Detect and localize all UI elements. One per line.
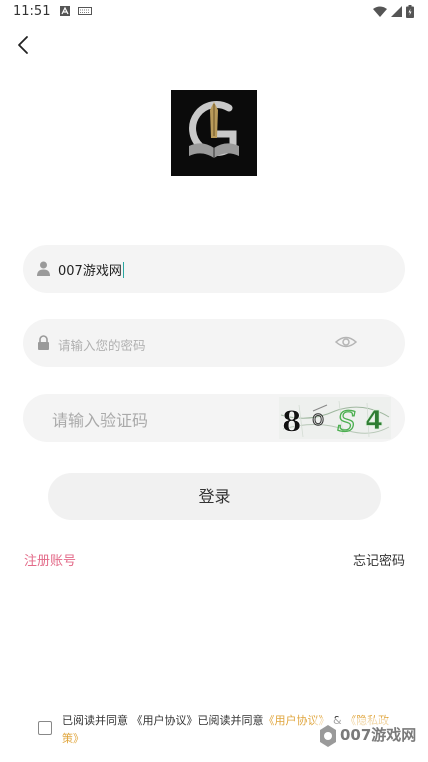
username-value: 007游戏网 bbox=[58, 264, 122, 279]
watermark-text: 007游戏网 bbox=[340, 726, 417, 744]
user-icon bbox=[37, 261, 50, 276]
keyboard-icon bbox=[78, 7, 92, 15]
site-watermark: 007游戏网 bbox=[314, 718, 420, 754]
username-field[interactable]: 007游戏网 bbox=[23, 245, 405, 293]
lock-icon bbox=[38, 335, 49, 350]
eye-icon[interactable] bbox=[335, 333, 357, 351]
battery-icon bbox=[406, 5, 414, 18]
captcha-image[interactable]: 8 o S 4 bbox=[279, 397, 391, 439]
svg-text:4: 4 bbox=[365, 406, 383, 436]
agreement-prefix: 已阅读并同意 《用户协议》已阅读并同意 bbox=[62, 714, 264, 727]
verification-code-input[interactable]: 请输入验证码 bbox=[52, 407, 148, 431]
register-account-link[interactable]: 注册账号 bbox=[24, 550, 76, 569]
svg-text:S: S bbox=[337, 405, 356, 438]
svg-text:o: o bbox=[312, 406, 324, 430]
verification-code-field[interactable]: 请输入验证码 8 o S 4 bbox=[23, 394, 405, 442]
username-input[interactable]: 007游戏网 bbox=[58, 260, 124, 279]
watermark-logo-icon bbox=[320, 725, 336, 747]
app-logo bbox=[171, 90, 257, 176]
agreement-checkbox[interactable] bbox=[38, 721, 52, 735]
wifi-icon bbox=[373, 6, 387, 17]
back-chevron-icon[interactable] bbox=[14, 34, 36, 56]
forgot-password-link[interactable]: 忘记密码 bbox=[353, 550, 405, 569]
svg-text:8: 8 bbox=[282, 405, 301, 438]
status-time: 11:51 bbox=[13, 4, 51, 19]
password-field[interactable]: 请输入您的密码 bbox=[23, 319, 405, 367]
signal-icon bbox=[391, 5, 402, 17]
a-notification-icon bbox=[60, 6, 70, 16]
login-button[interactable]: 登录 bbox=[48, 473, 381, 520]
password-input[interactable]: 请输入您的密码 bbox=[58, 335, 146, 354]
status-bar: 11:51 bbox=[0, 0, 428, 24]
text-caret bbox=[122, 262, 124, 278]
